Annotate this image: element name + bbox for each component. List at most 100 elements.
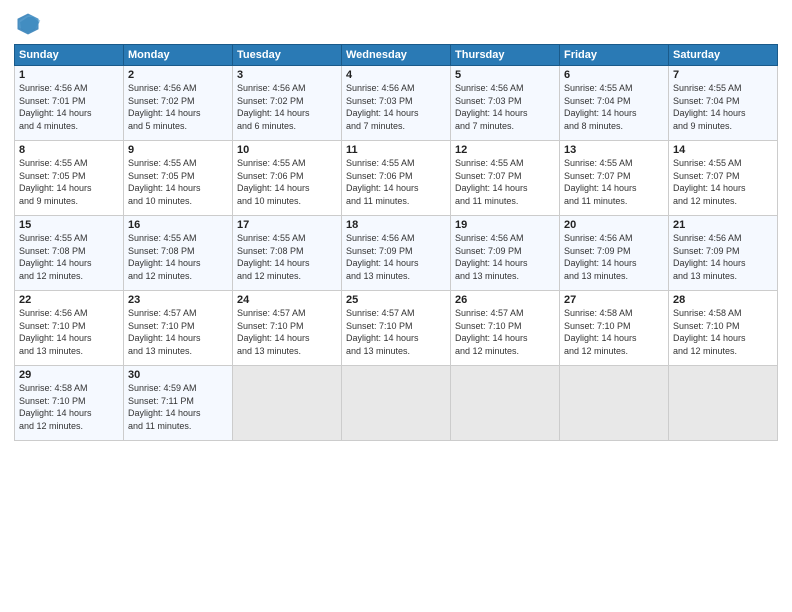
- day-detail: Sunrise: 4:58 AM Sunset: 7:10 PM Dayligh…: [673, 307, 773, 357]
- day-cell: 20Sunrise: 4:56 AM Sunset: 7:09 PM Dayli…: [560, 216, 669, 291]
- column-header-tuesday: Tuesday: [233, 45, 342, 66]
- day-number: 1: [19, 69, 119, 81]
- day-detail: Sunrise: 4:56 AM Sunset: 7:02 PM Dayligh…: [237, 82, 337, 132]
- day-cell: 13Sunrise: 4:55 AM Sunset: 7:07 PM Dayli…: [560, 141, 669, 216]
- day-cell: [233, 366, 342, 441]
- day-cell: 6Sunrise: 4:55 AM Sunset: 7:04 PM Daylig…: [560, 66, 669, 141]
- day-detail: Sunrise: 4:56 AM Sunset: 7:09 PM Dayligh…: [673, 232, 773, 282]
- week-row-4: 22Sunrise: 4:56 AM Sunset: 7:10 PM Dayli…: [15, 291, 778, 366]
- day-detail: Sunrise: 4:55 AM Sunset: 7:07 PM Dayligh…: [673, 157, 773, 207]
- day-detail: Sunrise: 4:55 AM Sunset: 7:05 PM Dayligh…: [128, 157, 228, 207]
- column-header-friday: Friday: [560, 45, 669, 66]
- day-cell: [342, 366, 451, 441]
- week-row-5: 29Sunrise: 4:58 AM Sunset: 7:10 PM Dayli…: [15, 366, 778, 441]
- day-detail: Sunrise: 4:56 AM Sunset: 7:02 PM Dayligh…: [128, 82, 228, 132]
- day-cell: 2Sunrise: 4:56 AM Sunset: 7:02 PM Daylig…: [124, 66, 233, 141]
- day-cell: [560, 366, 669, 441]
- day-detail: Sunrise: 4:56 AM Sunset: 7:03 PM Dayligh…: [346, 82, 446, 132]
- day-number: 17: [237, 219, 337, 231]
- day-number: 2: [128, 69, 228, 81]
- day-cell: 8Sunrise: 4:55 AM Sunset: 7:05 PM Daylig…: [15, 141, 124, 216]
- day-detail: Sunrise: 4:59 AM Sunset: 7:11 PM Dayligh…: [128, 382, 228, 432]
- day-detail: Sunrise: 4:55 AM Sunset: 7:08 PM Dayligh…: [19, 232, 119, 282]
- day-number: 19: [455, 219, 555, 231]
- day-number: 28: [673, 294, 773, 306]
- calendar-body: 1Sunrise: 4:56 AM Sunset: 7:01 PM Daylig…: [15, 66, 778, 441]
- day-cell: 21Sunrise: 4:56 AM Sunset: 7:09 PM Dayli…: [669, 216, 778, 291]
- day-cell: 10Sunrise: 4:55 AM Sunset: 7:06 PM Dayli…: [233, 141, 342, 216]
- day-number: 29: [19, 369, 119, 381]
- week-row-2: 8Sunrise: 4:55 AM Sunset: 7:05 PM Daylig…: [15, 141, 778, 216]
- day-cell: 15Sunrise: 4:55 AM Sunset: 7:08 PM Dayli…: [15, 216, 124, 291]
- calendar-header: SundayMondayTuesdayWednesdayThursdayFrid…: [15, 45, 778, 66]
- day-cell: 5Sunrise: 4:56 AM Sunset: 7:03 PM Daylig…: [451, 66, 560, 141]
- day-cell: 22Sunrise: 4:56 AM Sunset: 7:10 PM Dayli…: [15, 291, 124, 366]
- day-number: 8: [19, 144, 119, 156]
- day-number: 5: [455, 69, 555, 81]
- day-number: 11: [346, 144, 446, 156]
- day-number: 4: [346, 69, 446, 81]
- header: [14, 10, 778, 38]
- day-detail: Sunrise: 4:58 AM Sunset: 7:10 PM Dayligh…: [564, 307, 664, 357]
- day-cell: 29Sunrise: 4:58 AM Sunset: 7:10 PM Dayli…: [15, 366, 124, 441]
- day-detail: Sunrise: 4:55 AM Sunset: 7:08 PM Dayligh…: [237, 232, 337, 282]
- day-detail: Sunrise: 4:57 AM Sunset: 7:10 PM Dayligh…: [128, 307, 228, 357]
- week-row-1: 1Sunrise: 4:56 AM Sunset: 7:01 PM Daylig…: [15, 66, 778, 141]
- day-detail: Sunrise: 4:57 AM Sunset: 7:10 PM Dayligh…: [346, 307, 446, 357]
- day-number: 20: [564, 219, 664, 231]
- day-detail: Sunrise: 4:57 AM Sunset: 7:10 PM Dayligh…: [455, 307, 555, 357]
- day-detail: Sunrise: 4:55 AM Sunset: 7:06 PM Dayligh…: [346, 157, 446, 207]
- day-cell: 14Sunrise: 4:55 AM Sunset: 7:07 PM Dayli…: [669, 141, 778, 216]
- day-number: 25: [346, 294, 446, 306]
- day-cell: 26Sunrise: 4:57 AM Sunset: 7:10 PM Dayli…: [451, 291, 560, 366]
- day-detail: Sunrise: 4:56 AM Sunset: 7:03 PM Dayligh…: [455, 82, 555, 132]
- day-number: 26: [455, 294, 555, 306]
- day-number: 3: [237, 69, 337, 81]
- day-number: 22: [19, 294, 119, 306]
- column-header-saturday: Saturday: [669, 45, 778, 66]
- day-detail: Sunrise: 4:56 AM Sunset: 7:10 PM Dayligh…: [19, 307, 119, 357]
- day-cell: 19Sunrise: 4:56 AM Sunset: 7:09 PM Dayli…: [451, 216, 560, 291]
- day-detail: Sunrise: 4:55 AM Sunset: 7:08 PM Dayligh…: [128, 232, 228, 282]
- day-number: 21: [673, 219, 773, 231]
- day-number: 15: [19, 219, 119, 231]
- day-detail: Sunrise: 4:55 AM Sunset: 7:04 PM Dayligh…: [673, 82, 773, 132]
- day-cell: 9Sunrise: 4:55 AM Sunset: 7:05 PM Daylig…: [124, 141, 233, 216]
- day-detail: Sunrise: 4:55 AM Sunset: 7:07 PM Dayligh…: [564, 157, 664, 207]
- day-cell: 24Sunrise: 4:57 AM Sunset: 7:10 PM Dayli…: [233, 291, 342, 366]
- day-cell: 28Sunrise: 4:58 AM Sunset: 7:10 PM Dayli…: [669, 291, 778, 366]
- logo-icon: [14, 10, 42, 38]
- day-cell: [451, 366, 560, 441]
- day-detail: Sunrise: 4:55 AM Sunset: 7:06 PM Dayligh…: [237, 157, 337, 207]
- day-cell: 23Sunrise: 4:57 AM Sunset: 7:10 PM Dayli…: [124, 291, 233, 366]
- page: SundayMondayTuesdayWednesdayThursdayFrid…: [0, 0, 792, 612]
- day-cell: 16Sunrise: 4:55 AM Sunset: 7:08 PM Dayli…: [124, 216, 233, 291]
- column-header-monday: Monday: [124, 45, 233, 66]
- day-cell: 1Sunrise: 4:56 AM Sunset: 7:01 PM Daylig…: [15, 66, 124, 141]
- column-header-wednesday: Wednesday: [342, 45, 451, 66]
- day-number: 27: [564, 294, 664, 306]
- day-number: 9: [128, 144, 228, 156]
- day-number: 23: [128, 294, 228, 306]
- day-detail: Sunrise: 4:55 AM Sunset: 7:05 PM Dayligh…: [19, 157, 119, 207]
- day-detail: Sunrise: 4:56 AM Sunset: 7:09 PM Dayligh…: [346, 232, 446, 282]
- logo: [14, 10, 46, 38]
- day-number: 13: [564, 144, 664, 156]
- day-cell: 3Sunrise: 4:56 AM Sunset: 7:02 PM Daylig…: [233, 66, 342, 141]
- day-cell: 17Sunrise: 4:55 AM Sunset: 7:08 PM Dayli…: [233, 216, 342, 291]
- day-number: 18: [346, 219, 446, 231]
- day-cell: [669, 366, 778, 441]
- day-cell: 7Sunrise: 4:55 AM Sunset: 7:04 PM Daylig…: [669, 66, 778, 141]
- column-header-thursday: Thursday: [451, 45, 560, 66]
- day-cell: 18Sunrise: 4:56 AM Sunset: 7:09 PM Dayli…: [342, 216, 451, 291]
- day-number: 30: [128, 369, 228, 381]
- day-cell: 12Sunrise: 4:55 AM Sunset: 7:07 PM Dayli…: [451, 141, 560, 216]
- day-detail: Sunrise: 4:56 AM Sunset: 7:09 PM Dayligh…: [564, 232, 664, 282]
- day-number: 10: [237, 144, 337, 156]
- day-number: 14: [673, 144, 773, 156]
- day-number: 6: [564, 69, 664, 81]
- day-number: 24: [237, 294, 337, 306]
- day-number: 7: [673, 69, 773, 81]
- day-number: 16: [128, 219, 228, 231]
- day-detail: Sunrise: 4:58 AM Sunset: 7:10 PM Dayligh…: [19, 382, 119, 432]
